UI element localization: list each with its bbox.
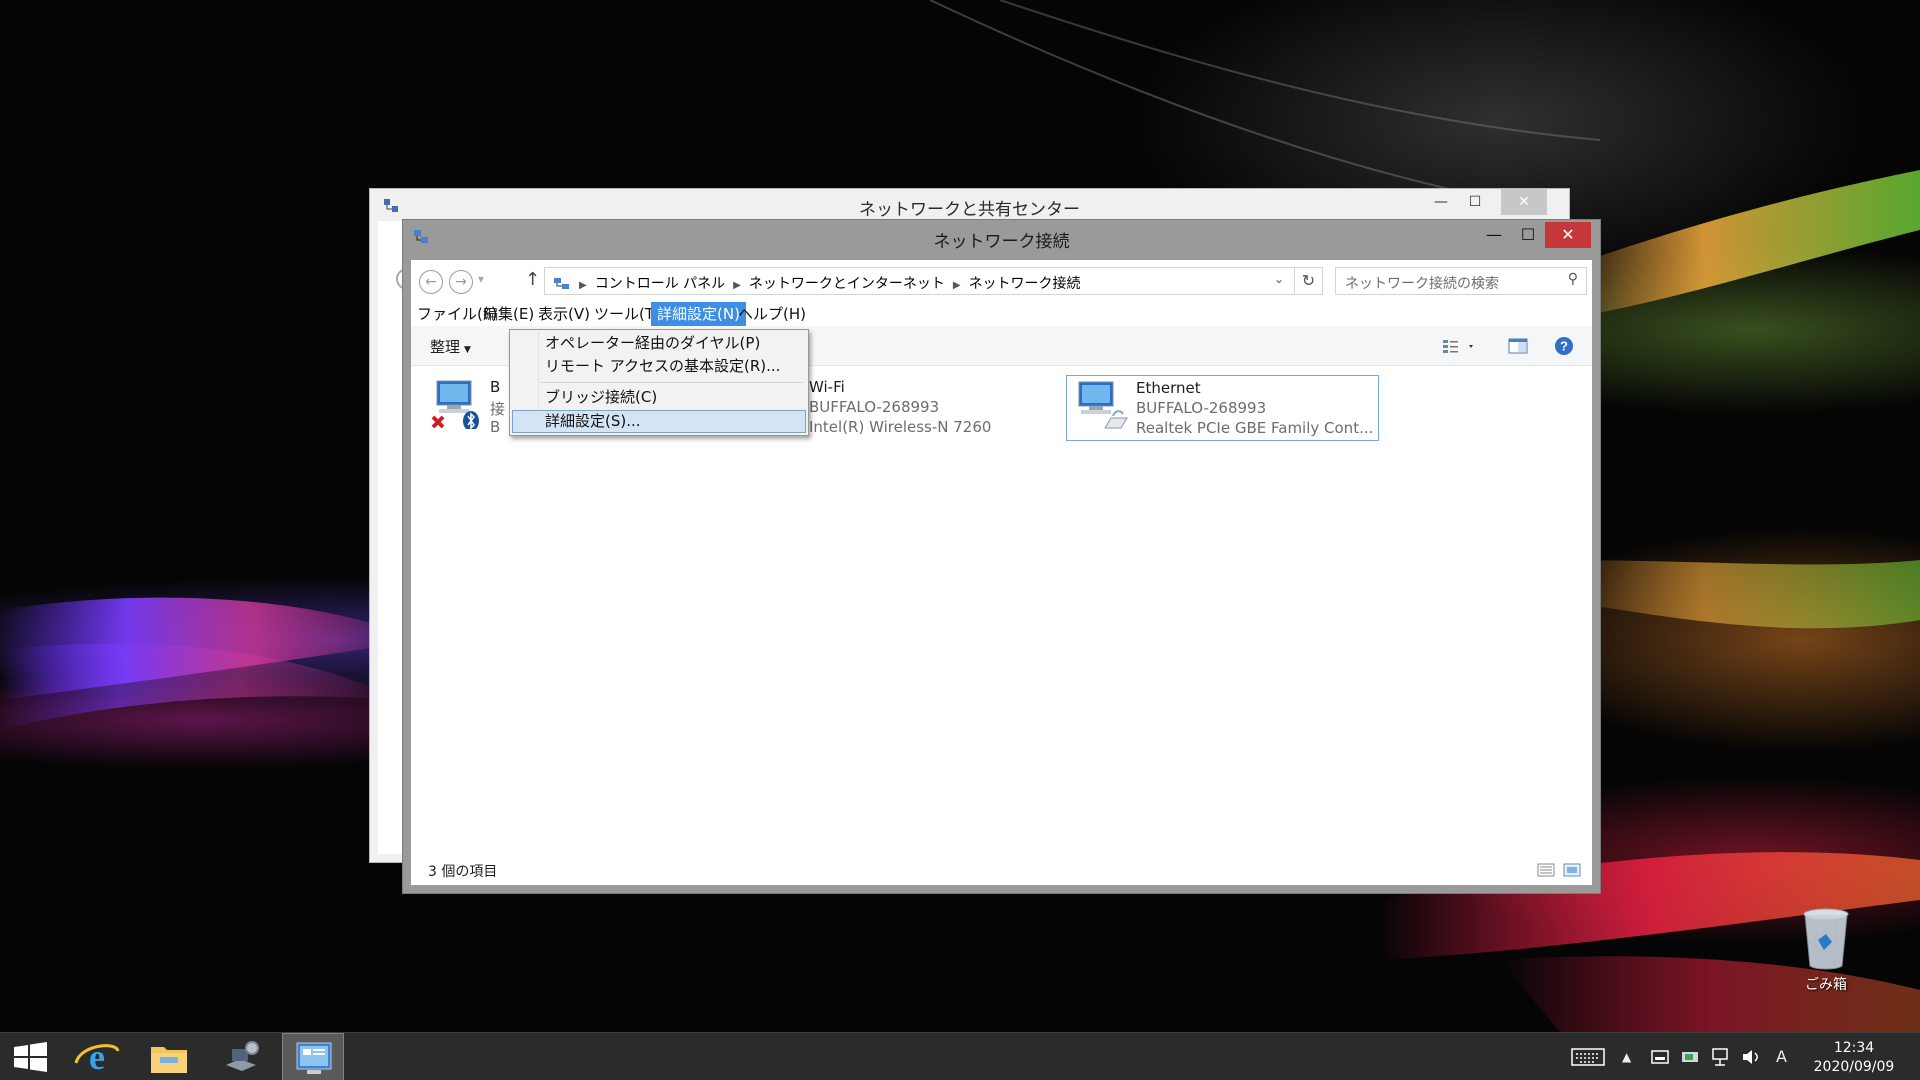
connection-name: Ethernet [1136, 379, 1201, 397]
details-view-icon[interactable] [1537, 862, 1555, 878]
advanced-menu-dropdown: オペレーター経由のダイヤル(P) リモート アクセスの基本設定(R)... ブリ… [509, 329, 809, 436]
windows-start-icon [14, 1042, 47, 1072]
menu-item-bridge-connections[interactable]: ブリッジ接続(C) [512, 386, 806, 409]
maximize-button[interactable]: ☐ [1458, 189, 1492, 215]
taskbar: e ▲ A 12:34 2020/09/09 [0, 1032, 1920, 1080]
window-title: ネットワークと共有センター [859, 200, 1080, 220]
search-placeholder: ネットワーク接続の検索 [1345, 276, 1499, 292]
minimize-button[interactable]: — [1424, 189, 1458, 215]
connection-device: B [490, 418, 501, 436]
menu-item-advanced-settings[interactable]: 詳細設定(S)... [512, 410, 806, 433]
change-view-icon[interactable] [1439, 335, 1479, 357]
breadcrumb-network-connections[interactable]: ネットワーク接続 [969, 276, 1081, 292]
menu-item-operator-dial[interactable]: オペレーター経由のダイヤル(P) [512, 332, 806, 355]
connections-list: B 接 B Wi-Fi BUFFALO-268993 Intel(R) Wire… [411, 367, 1592, 855]
connection-name: B [490, 378, 501, 396]
maximize-button[interactable]: ☐ [1511, 222, 1545, 248]
control-panel-icon [296, 1042, 332, 1074]
chevron-down-icon: ▼ [464, 345, 471, 355]
large-icons-view-icon[interactable] [1563, 862, 1581, 878]
search-input[interactable]: ネットワーク接続の検索 ⚲ [1335, 267, 1587, 295]
connection-network: BUFFALO-268993 [809, 398, 940, 416]
connection-device: Realtek PCIe GBE Family Cont... [1136, 419, 1374, 437]
network-connections-window[interactable]: ネットワーク接続 — ☐ ✕ ← → ▾ ↑ ▶ コントロール パネル ▶ ネットワー… [402, 219, 1601, 894]
power-icon[interactable] [1680, 1033, 1702, 1080]
taskbar-control-panel[interactable] [282, 1033, 344, 1080]
menu-help[interactable]: ヘルプ(H) [732, 302, 812, 326]
breadcrumb-control-panel[interactable]: コントロール パネル [595, 276, 725, 292]
address-bar-row: ← → ▾ ↑ ▶ コントロール パネル ▶ ネットワークとインターネット ▶ ネットワー… [411, 260, 1592, 300]
svg-text:e: e [89, 1037, 105, 1077]
recycle-bin-icon [1803, 908, 1849, 970]
window-title: ネットワーク接続 [933, 232, 1070, 252]
network-tray-icon[interactable] [1710, 1033, 1732, 1080]
clock[interactable]: 12:34 2020/09/09 [1804, 1039, 1904, 1077]
internet-explorer-icon: e [74, 1037, 120, 1077]
help-icon[interactable]: ? [1553, 335, 1575, 357]
recent-locations-icon[interactable]: ▾ [478, 272, 484, 286]
forward-button-icon[interactable]: → [449, 270, 473, 294]
close-button[interactable]: ✕ [1501, 189, 1547, 215]
start-button[interactable] [0, 1033, 62, 1080]
menu-separator [541, 382, 804, 383]
ethernet-network-icon [1078, 381, 1128, 429]
organize-button[interactable]: 整理 ▼ [430, 336, 471, 357]
connection-item-ethernet[interactable]: Ethernet BUFFALO-268993 Realtek PCIe GBE… [1066, 375, 1379, 441]
menu-bar: ファイル(F) 編集(E) 表示(V) ツール(T) 詳細設定(N) ヘルプ(H… [411, 302, 1592, 326]
ime-indicator[interactable]: A [1776, 1033, 1787, 1080]
connection-network: BUFFALO-268993 [1136, 399, 1267, 417]
titlebar[interactable]: ネットワークと共有センター — ☐ ✕ [370, 189, 1569, 221]
address-bar[interactable]: ▶ コントロール パネル ▶ ネットワークとインターネット ▶ ネットワーク接続 ⌄ [544, 267, 1295, 295]
connection-status: 接 [490, 400, 506, 418]
status-bar: 3 個の項目 [411, 855, 1592, 885]
item-count: 3 個の項目 [428, 864, 498, 880]
minimize-button[interactable]: — [1477, 222, 1511, 248]
desktop: ネットワークと共有センター — ☐ ✕ ネットワーク接続 — ☐ ✕ ← → ▾ [0, 0, 1920, 1032]
search-icon[interactable]: ⚲ [1568, 271, 1578, 287]
file-explorer-icon [151, 1047, 187, 1073]
clock-time: 12:34 [1833, 1040, 1875, 1056]
action-center-icon[interactable] [1650, 1033, 1670, 1080]
titlebar[interactable]: ネットワーク接続 — ☐ ✕ [403, 220, 1600, 254]
breadcrumb-network-internet[interactable]: ネットワークとインターネット [749, 276, 945, 292]
bluetooth-network-icon [431, 380, 479, 429]
control-panel-icon [554, 278, 569, 289]
svg-text:?: ? [1560, 339, 1568, 354]
back-button-icon[interactable]: ← [419, 270, 443, 294]
network-settings-icon [226, 1041, 259, 1071]
touch-keyboard-icon[interactable] [1570, 1033, 1606, 1080]
up-arrow-icon[interactable]: ↑ [525, 269, 540, 290]
connection-device: Intel(R) Wireless-N 7260 [809, 418, 992, 436]
menu-view[interactable]: 表示(V) [532, 302, 596, 326]
address-dropdown-icon[interactable]: ⌄ [1274, 272, 1284, 286]
recycle-bin-label: ごみ箱 [1805, 977, 1847, 993]
menu-edit[interactable]: 編集(E) [477, 302, 540, 326]
show-hidden-icons-chevron-icon[interactable]: ▲ [1622, 1033, 1631, 1080]
connection-name: Wi-Fi [809, 378, 845, 396]
preview-pane-icon[interactable] [1507, 335, 1529, 357]
close-button[interactable]: ✕ [1545, 222, 1591, 248]
clock-date: 2020/09/09 [1813, 1059, 1895, 1075]
refresh-icon[interactable]: ↻ [1295, 267, 1323, 295]
volume-icon[interactable] [1740, 1033, 1762, 1080]
menu-item-remote-access-preferences[interactable]: リモート アクセスの基本設定(R)... [512, 355, 806, 378]
taskbar-network-settings[interactable] [210, 1033, 272, 1080]
organize-label: 整理 [430, 338, 461, 356]
taskbar-file-explorer[interactable] [138, 1033, 200, 1080]
keyboard-icon [1571, 1048, 1605, 1066]
recycle-bin[interactable]: ごみ箱 [1796, 906, 1856, 996]
taskbar-internet-explorer[interactable]: e [66, 1033, 128, 1080]
